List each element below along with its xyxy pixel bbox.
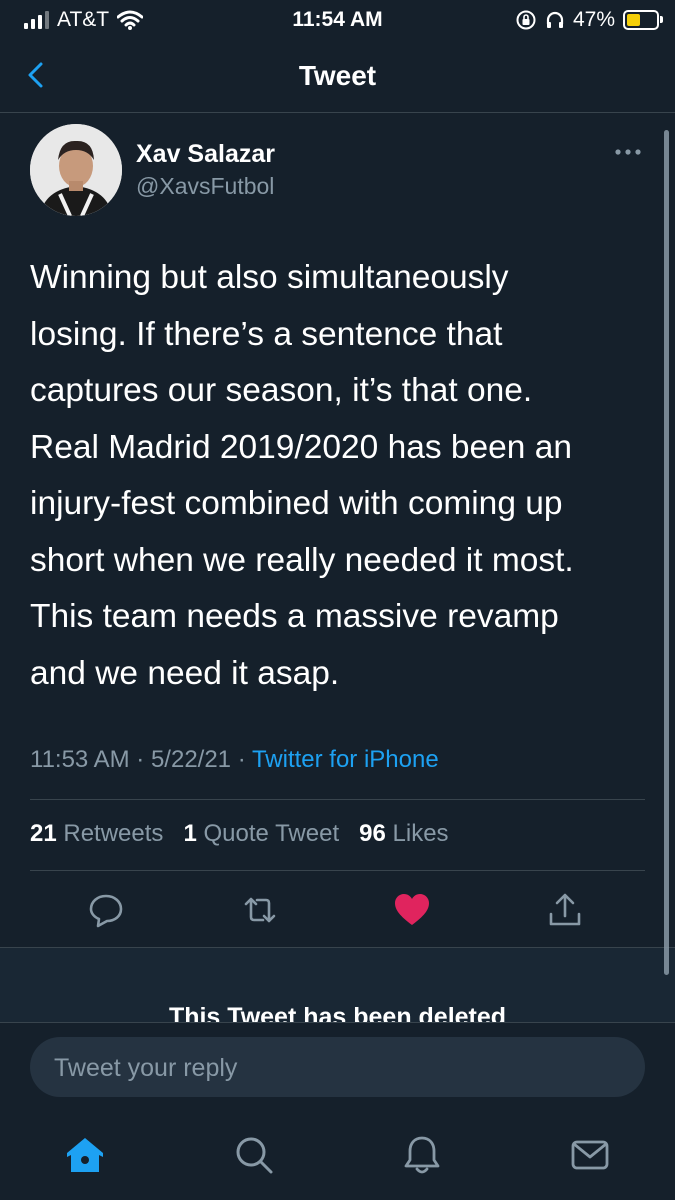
divider bbox=[30, 799, 645, 800]
reply-box[interactable] bbox=[30, 1037, 645, 1099]
headphones-icon bbox=[546, 11, 564, 28]
orientation-lock-icon bbox=[516, 10, 536, 30]
meta-separator: · bbox=[129, 746, 151, 773]
page-title: Tweet bbox=[298, 60, 377, 91]
status-bar: AT&T 11:54 AM 47% bbox=[0, 0, 675, 40]
tab-bar bbox=[0, 1115, 675, 1200]
scrollbar[interactable] bbox=[664, 130, 669, 975]
tweet-stats: 21 Retweets 1 Quote Tweet 96 Likes bbox=[30, 820, 449, 848]
nav-header: Tweet bbox=[0, 50, 675, 113]
retweets-count: 21 bbox=[30, 820, 57, 847]
home-icon[interactable] bbox=[63, 1133, 107, 1177]
avatar-image bbox=[30, 124, 122, 216]
status-right: 47% bbox=[515, 8, 663, 32]
likes-count: 96 bbox=[359, 820, 386, 847]
reply-icon[interactable] bbox=[86, 890, 126, 930]
likes-label: Likes bbox=[392, 820, 449, 847]
quotes-label: Quote Tweet bbox=[203, 820, 340, 847]
reply-input[interactable] bbox=[52, 1037, 626, 1099]
quotes-stat[interactable]: 1 Quote Tweet bbox=[183, 820, 339, 847]
share-icon[interactable] bbox=[545, 890, 585, 930]
deleted-tweet-panel: This Tweet has been deleted bbox=[0, 948, 675, 1022]
tweet-source-link[interactable]: Twitter for iPhone bbox=[252, 746, 439, 773]
messages-icon[interactable] bbox=[568, 1133, 612, 1177]
tweet-meta: 11:53 AM · 5/22/21 · Twitter for iPhone bbox=[30, 746, 439, 774]
retweets-label: Retweets bbox=[63, 820, 164, 847]
battery-fill bbox=[627, 14, 640, 26]
likes-stat[interactable]: 96 Likes bbox=[359, 820, 448, 847]
like-icon[interactable] bbox=[392, 890, 432, 930]
retweet-icon[interactable] bbox=[240, 890, 280, 930]
deleted-tweet-notice: This Tweet has been deleted bbox=[168, 1003, 507, 1022]
reply-bar bbox=[0, 1022, 675, 1115]
author-handle[interactable]: @XavsFutbol bbox=[136, 173, 274, 200]
search-icon[interactable] bbox=[232, 1133, 276, 1177]
divider bbox=[30, 870, 645, 871]
avatar[interactable] bbox=[30, 124, 122, 216]
more-options-icon[interactable] bbox=[612, 142, 644, 162]
battery-icon bbox=[623, 10, 663, 30]
author-name[interactable]: Xav Salazar bbox=[136, 140, 275, 169]
tweet-text: Winning but also simultaneously losing. … bbox=[30, 259, 574, 692]
tweet-time: 11:53 AM bbox=[30, 746, 130, 773]
retweets-stat[interactable]: 21 Retweets bbox=[30, 820, 163, 847]
battery-percent: 47% bbox=[572, 8, 615, 31]
quotes-count: 1 bbox=[183, 820, 197, 847]
notifications-icon[interactable] bbox=[400, 1133, 444, 1177]
tweet-date: 5/22/21 bbox=[150, 746, 232, 773]
meta-separator: · bbox=[231, 746, 252, 773]
